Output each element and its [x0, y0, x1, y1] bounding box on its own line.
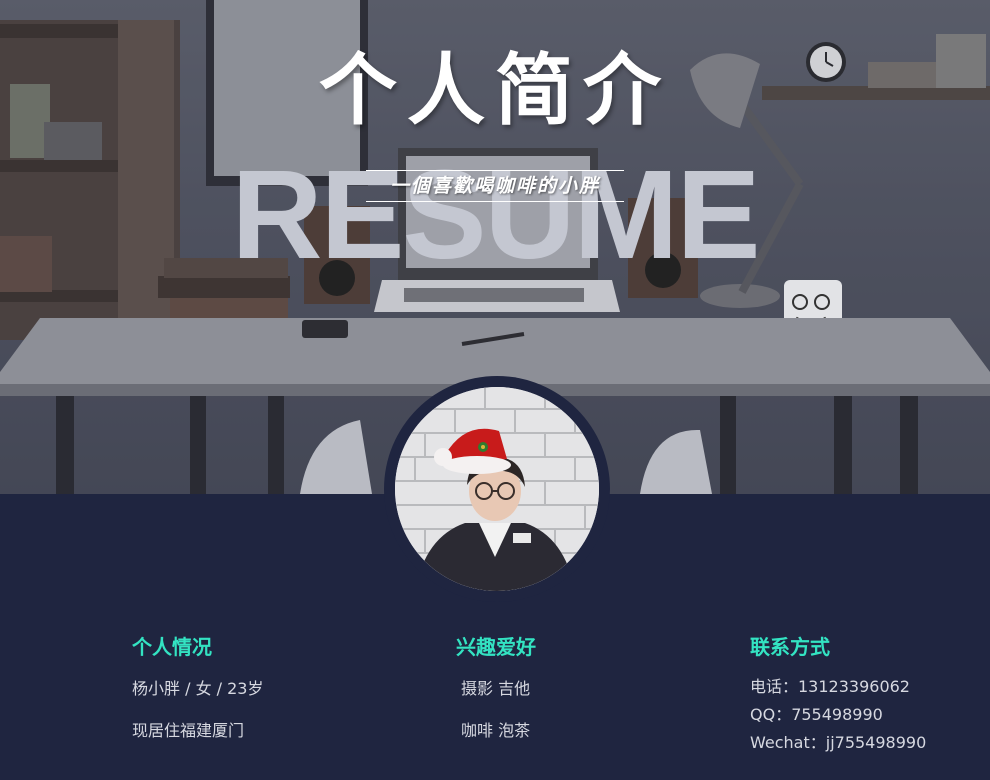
- hobbies-heading: 兴趣爱好: [456, 635, 536, 659]
- section-personal: 个人情况 杨小胖 / 女 / 23岁 现居住福建厦门: [132, 630, 264, 742]
- hero-title: 个人简介: [318, 45, 671, 136]
- resume-page: 个人简介 RESUME 一個喜歡喝咖啡的小胖 个人情况 杨小胖 / 女 / 23…: [0, 0, 990, 780]
- section-contact: 联系方式 电话：13123396062 QQ：755498990 Wechat：…: [750, 630, 926, 754]
- avatar: [395, 387, 599, 591]
- personal-name-gender-age: 杨小胖 / 女 / 23岁: [132, 679, 264, 698]
- contact-heading: 联系方式: [750, 635, 830, 659]
- contact-qq: QQ：755498990: [750, 705, 883, 724]
- personal-location: 现居住福建厦门: [132, 721, 245, 740]
- hobbies-line-1: 摄影 吉他: [461, 679, 531, 698]
- hero-tagline: 一個喜歡喝咖啡的小胖: [366, 170, 624, 202]
- section-hobbies: 兴趣爱好 摄影 吉他 咖啡 泡茶: [456, 630, 536, 742]
- avatar-photo: [395, 387, 599, 591]
- hobbies-line-2: 咖啡 泡茶: [461, 721, 531, 740]
- contact-phone: 电话：13123396062: [750, 677, 910, 696]
- personal-heading: 个人情况: [132, 635, 212, 659]
- contact-wechat: Wechat：jj755498990: [750, 733, 927, 752]
